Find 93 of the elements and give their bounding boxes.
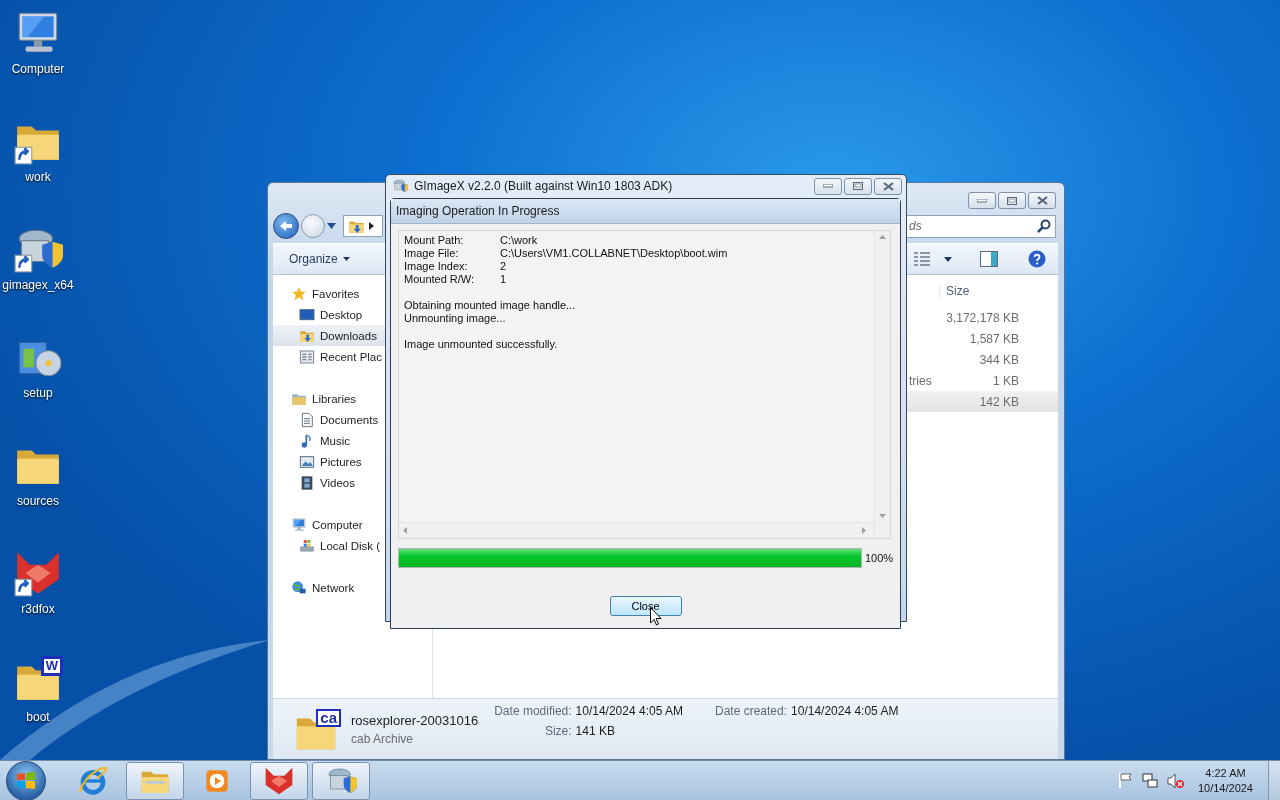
caret-icon	[342, 257, 350, 261]
caret-icon	[944, 256, 952, 262]
minimize-button[interactable]	[968, 192, 996, 209]
back-arrow-icon	[279, 220, 293, 232]
scroll-left-icon[interactable]	[403, 527, 407, 534]
clock-time: 4:22 AM	[1205, 765, 1246, 781]
detail-label: Date created:	[715, 704, 788, 718]
field-label: Image Index:	[404, 260, 469, 273]
log-line: Obtaining mounted image handle...	[404, 299, 577, 312]
field-value: 1	[500, 273, 508, 286]
view-dropdown[interactable]	[942, 254, 954, 264]
start-button[interactable]	[6, 760, 46, 800]
table-cell-text: 344 KB	[978, 352, 1020, 367]
desktop-icon[interactable]: r3dfox	[0, 548, 76, 644]
history-dropdown[interactable]	[327, 221, 337, 231]
list-view-icon	[914, 252, 930, 266]
maximize-button[interactable]	[844, 177, 872, 195]
help-icon	[1028, 250, 1046, 268]
help-button[interactable]	[1026, 248, 1048, 270]
field-value: C:\Users\VM1.COLLABNET\Desktop\boot.wim	[500, 247, 729, 260]
taskbar-button[interactable]	[312, 761, 370, 800]
progress-reading: 100%	[865, 552, 894, 564]
taskbar-button[interactable]	[250, 761, 308, 800]
table-cell-text: tries	[909, 373, 933, 388]
file-name: rosexplorer-20031016	[351, 712, 479, 728]
search-icon	[1037, 218, 1051, 233]
desktop-icon[interactable]: work	[0, 116, 76, 212]
column-header[interactable]: Size	[939, 284, 1023, 298]
close-button[interactable]: Close	[609, 596, 682, 616]
address-bar[interactable]	[343, 215, 383, 237]
maximize-button[interactable]	[998, 192, 1026, 209]
maximize-icon	[1007, 196, 1017, 205]
minimize-icon	[823, 184, 833, 188]
logo-icon	[16, 771, 36, 790]
flag-icon[interactable]	[1118, 773, 1133, 788]
taskbar-button[interactable]	[126, 761, 184, 800]
browser-icon	[77, 764, 109, 797]
scroll-down-icon[interactable]	[879, 514, 886, 518]
pane-icon	[980, 251, 998, 267]
detail-label: Size:	[543, 724, 572, 738]
desktop-icon[interactable]: setup	[0, 332, 76, 428]
clock[interactable]: 4:22 AM 10/14/2024	[1197, 765, 1253, 796]
log-line: Unmounting image...	[404, 312, 507, 325]
globe-icon	[291, 579, 307, 596]
network-icon[interactable]	[1141, 772, 1158, 789]
organize-menu[interactable]: Organize	[285, 250, 354, 268]
show-desktop-button[interactable]	[1268, 761, 1280, 800]
file-type: cab Archive	[351, 731, 415, 746]
caret-icon	[327, 223, 336, 229]
film-icon	[299, 474, 315, 491]
clock-date: 10/14/2024	[1197, 780, 1253, 796]
document-icon	[299, 411, 315, 428]
close-button[interactable]	[874, 177, 902, 195]
desktop-icon[interactable]: Computer	[0, 8, 76, 104]
scroll-up-icon[interactable]	[879, 235, 886, 239]
minimize-button[interactable]	[814, 177, 842, 195]
screen-icon	[299, 306, 315, 323]
detail-value: 10/14/2024 4:05 AM	[791, 704, 899, 718]
table-cell-text: 1 KB	[992, 373, 1020, 388]
minimize-icon	[977, 198, 987, 203]
view-options-button[interactable]	[912, 250, 932, 268]
window-icon	[299, 348, 315, 365]
desktop-icon[interactable]: W boot	[0, 656, 76, 752]
dialog-title: Imaging Operation In Progress	[396, 204, 560, 218]
preview-pane-button[interactable]	[978, 249, 1000, 269]
maximize-icon	[853, 182, 863, 190]
star-icon	[291, 285, 307, 302]
close-icon	[1036, 196, 1048, 205]
search-field[interactable]: ds	[906, 214, 1056, 238]
table-cell-text: 142 KB	[978, 394, 1020, 409]
desktop-icon[interactable]: sources	[0, 440, 76, 536]
badge-label: W	[40, 656, 63, 676]
chevron-icon	[369, 222, 374, 230]
picture-icon	[299, 453, 315, 470]
badge-label: ca	[316, 709, 341, 727]
detail-value: 141 KB	[575, 724, 616, 738]
scroll-right-icon[interactable]	[862, 527, 866, 534]
close-icon	[882, 181, 894, 191]
field-label: Mount Path:	[404, 234, 465, 247]
field-label: Image File:	[404, 247, 460, 260]
monitor-icon	[291, 516, 307, 533]
back-button[interactable]	[273, 213, 299, 239]
field-value: C:\work	[500, 234, 539, 247]
detail-label: Date modified:	[494, 704, 572, 718]
installer-icon	[392, 178, 408, 194]
desktop-icon[interactable]: gimagex_x64	[0, 224, 76, 320]
detail-value: 10/14/2024 4:05 AM	[575, 704, 683, 718]
field-label: Mounted R/W:	[404, 273, 476, 286]
window-title: GImageX v2.2.0 (Built against Win10 1803 ADK)	[414, 179, 674, 193]
field-value: 2	[500, 260, 508, 273]
close-button[interactable]	[1028, 192, 1056, 209]
speaker-muted-icon[interactable]	[1166, 772, 1185, 789]
drive-icon	[299, 537, 315, 554]
